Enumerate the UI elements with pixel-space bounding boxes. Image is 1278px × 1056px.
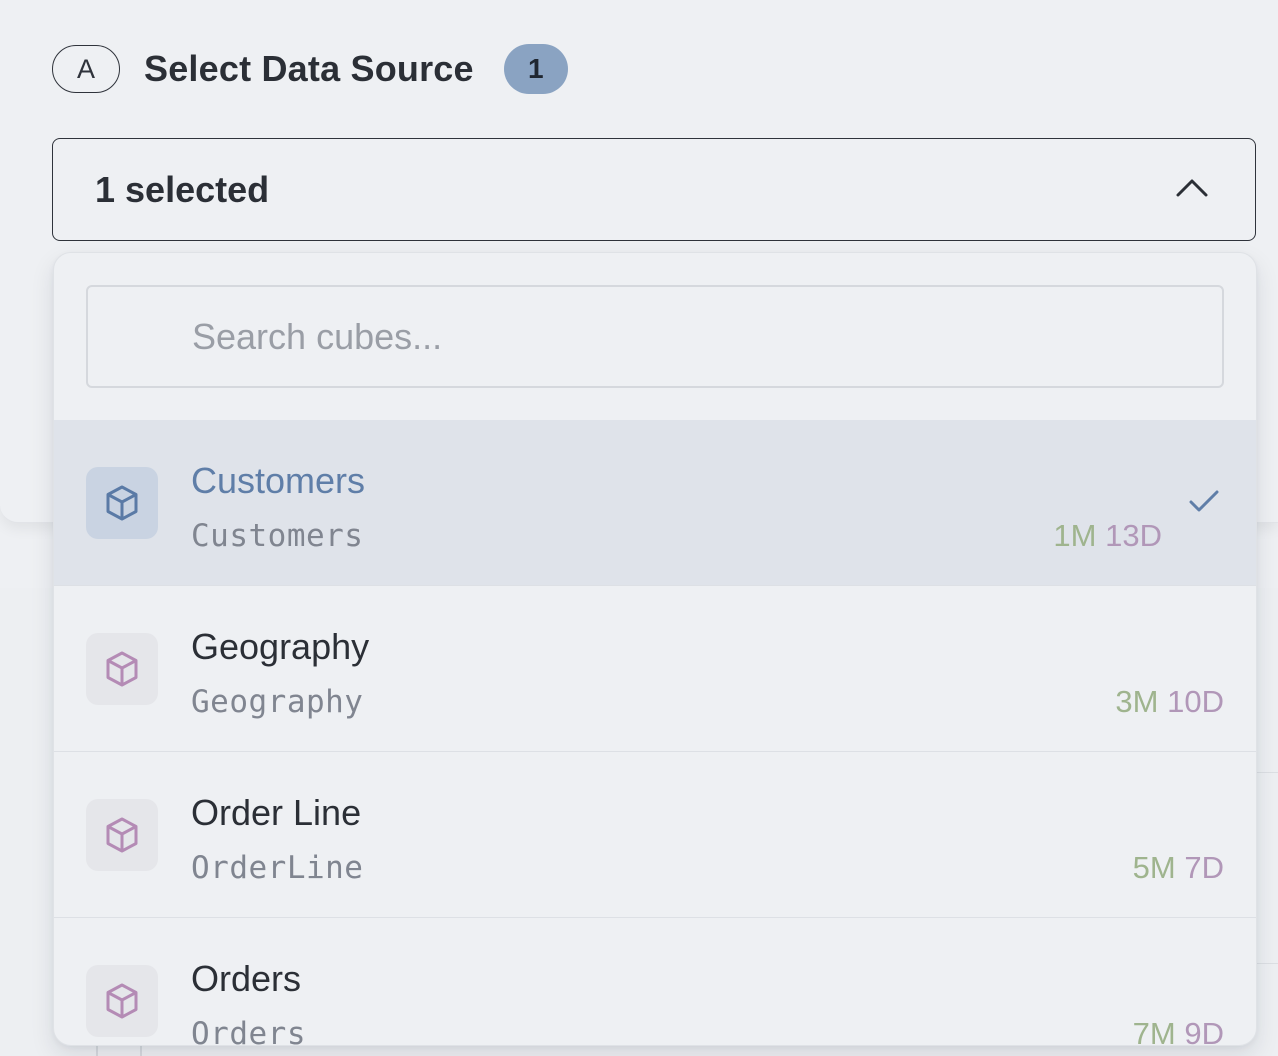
option-age: 3M 10D bbox=[1115, 684, 1224, 720]
option-age: 5M 7D bbox=[1133, 850, 1224, 886]
option-identifier: Geography bbox=[191, 684, 364, 720]
option-list: Customers Customers 1M 13D Geography Geograp… bbox=[54, 420, 1256, 1046]
search-field[interactable] bbox=[86, 285, 1224, 388]
data-source-select[interactable]: 1 selected bbox=[52, 138, 1256, 241]
option-name: Orders bbox=[191, 958, 302, 999]
option-age-days: 9D bbox=[1184, 1016, 1224, 1046]
option-identifier: Orders bbox=[191, 1016, 306, 1046]
page: A Select Data Source 1 1 selected Custom… bbox=[0, 0, 1278, 1056]
option-row-orders[interactable]: Orders Orders 7M 9D bbox=[54, 918, 1256, 1046]
cube-icon bbox=[86, 965, 158, 1037]
option-age-months: 3M bbox=[1115, 684, 1159, 719]
option-age-months: 5M bbox=[1132, 850, 1176, 885]
option-name: Geography bbox=[191, 626, 370, 667]
check-icon bbox=[1189, 490, 1219, 512]
search-input[interactable] bbox=[88, 287, 1222, 386]
option-age-days: 13D bbox=[1105, 518, 1162, 553]
dropdown-menu: CustomersCustomers1M 13DGeographyGeograp… bbox=[53, 252, 1257, 1046]
option-name: Customers bbox=[191, 460, 366, 501]
cube-icon bbox=[86, 799, 158, 871]
background-edge bbox=[1256, 772, 1278, 964]
option-row-customers[interactable]: Customers Customers 1M 13D bbox=[54, 420, 1256, 586]
option-age-months: 7M bbox=[1132, 1016, 1176, 1046]
chevron-up-icon[interactable] bbox=[1175, 175, 1209, 199]
selected-count-badge: 1 bbox=[503, 44, 568, 94]
option-identifier: OrderLine bbox=[191, 850, 364, 886]
step-badge: A bbox=[52, 45, 120, 93]
option-age-days: 7D bbox=[1184, 850, 1224, 885]
cube-icon bbox=[86, 467, 158, 539]
option-identifier: Customers bbox=[191, 518, 364, 554]
option-age-months: 1M bbox=[1053, 518, 1097, 553]
option-row-orderline[interactable]: Order Line OrderLine 5M 7D bbox=[54, 752, 1256, 918]
select-value: 1 selected bbox=[95, 169, 270, 210]
option-row-geography[interactable]: Geography Geography 3M 10D bbox=[54, 586, 1256, 752]
option-age: 7M 9D bbox=[1132, 1016, 1224, 1046]
option-age: 1M 13D bbox=[1053, 518, 1162, 554]
section-title: Select Data Source bbox=[144, 48, 474, 89]
section-header: A Select Data Source 1 bbox=[52, 44, 568, 94]
option-age-days: 10D bbox=[1167, 684, 1224, 719]
option-name: Order Line bbox=[191, 792, 362, 833]
cube-icon bbox=[86, 633, 158, 705]
